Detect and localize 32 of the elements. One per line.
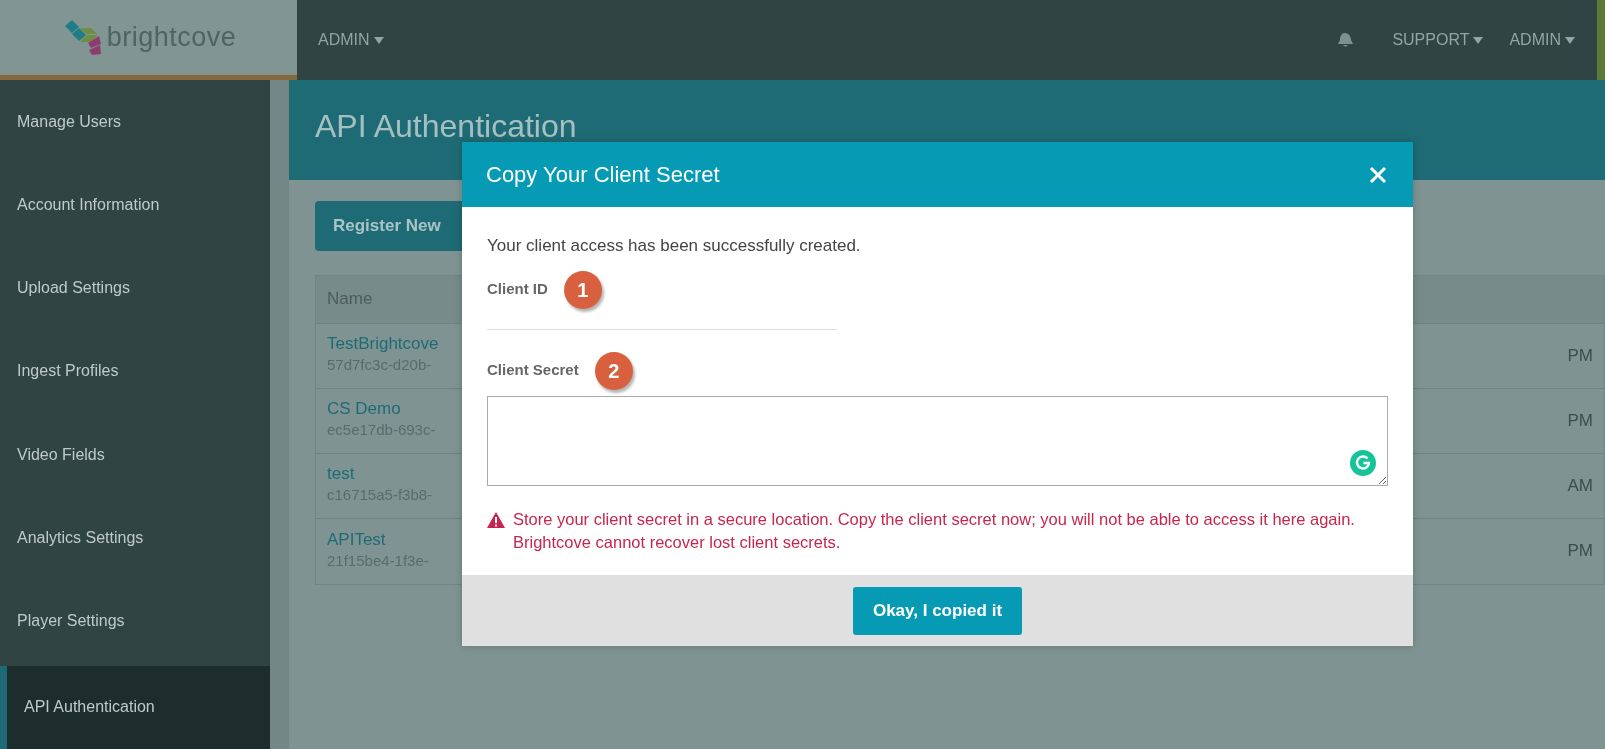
- table-cell-text: PM: [1567, 344, 1593, 367]
- table-cell-text: AM: [1567, 474, 1593, 497]
- step-number: 2: [594, 351, 633, 390]
- g-circle-icon: [1350, 449, 1376, 476]
- sidebar-item[interactable]: Manage Users: [0, 80, 270, 164]
- sidebar-item[interactable]: Upload Settings: [0, 246, 270, 330]
- sidebar-item[interactable]: API Authentication: [0, 665, 270, 749]
- table-cell-text: PM: [1567, 409, 1593, 432]
- bell-icon: [1338, 32, 1355, 48]
- field-label: Client ID: [487, 279, 548, 300]
- warning-icon: [487, 511, 505, 528]
- sidebar-item[interactable]: Ingest Profiles: [0, 329, 270, 413]
- sidebar-item[interactable]: Analytics Settings: [0, 496, 270, 580]
- caret-icon: [1565, 36, 1575, 44]
- page-title: API Authentication: [315, 110, 578, 142]
- field-label: Client Secret: [487, 360, 579, 381]
- nav-menu[interactable]: ADMIN: [318, 28, 384, 52]
- close-icon[interactable]: [1369, 165, 1387, 184]
- nav-menu[interactable]: SUPPORT: [1392, 28, 1484, 52]
- message-text: Your client access has been successfully created.: [487, 235, 862, 257]
- sidebar-item[interactable]: Account Information: [0, 163, 270, 247]
- sidebar-item[interactable]: Video Fields: [0, 413, 270, 497]
- caret-icon: [1473, 36, 1484, 44]
- warning-text: Store your client secret in a secure location. Copy the client secret now; you will not be able to access it here again. Brightcove cannot recover lost client secrets.: [513, 508, 1356, 554]
- input-field[interactable]: [487, 395, 1388, 486]
- confirm-button[interactable]: Okay, I copied it: [852, 587, 1023, 635]
- nav-menu[interactable]: ADMIN: [1509, 28, 1575, 52]
- sidebar-item[interactable]: Player Settings: [0, 579, 270, 663]
- modal-title: Copy Your Client Secret: [486, 161, 720, 189]
- table-cell-text: PM: [1567, 540, 1593, 563]
- step-number: 1: [563, 270, 602, 309]
- caret-icon: [373, 36, 384, 44]
